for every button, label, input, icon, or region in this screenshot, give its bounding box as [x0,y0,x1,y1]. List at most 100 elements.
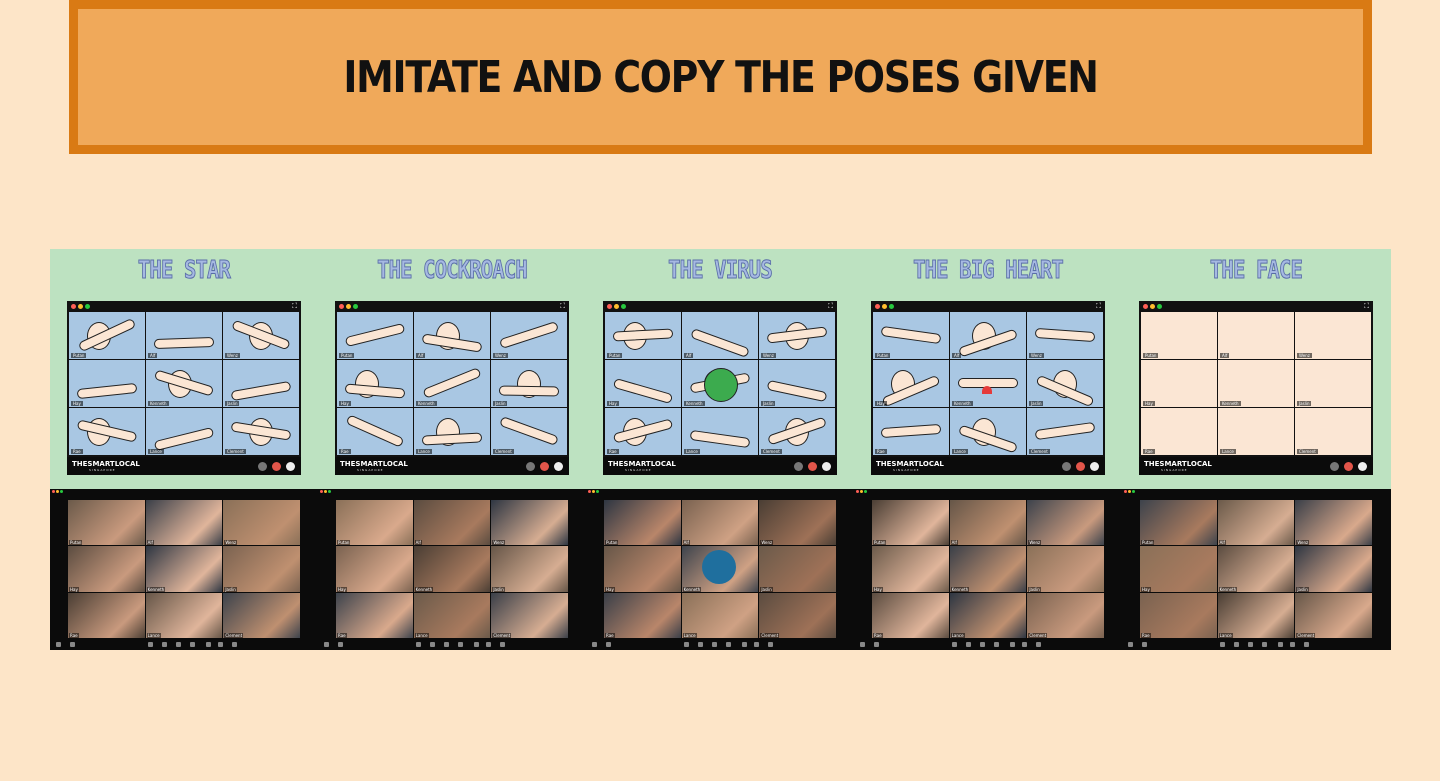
participant-name: Jaslin [1029,401,1044,406]
participant-name: Rae [69,632,79,638]
participant-name: Lance [414,632,429,638]
brand-subtitle: SINGAPORE [625,468,652,472]
participant-name: Kenneth [952,401,973,406]
participant-name: Putan [69,540,83,546]
participant-name: Jaslin [1297,401,1312,406]
participant-name: Hay [875,401,887,406]
panel-title: THE FACE [1209,255,1303,285]
title-bar: ⛶ [67,301,301,311]
photo-grid: Putan Alf Wenz Hay Kenneth Jaslin Rae Lance Clem… [872,500,1104,638]
mic-icon [258,462,267,471]
toolbar-button-icon [698,642,703,647]
video-tile: Kenneth [1218,360,1294,407]
face-part [1218,360,1294,407]
title-bar: ⛶ [871,301,1105,311]
window-dot-icon [856,490,859,493]
video-tile: Lance [682,408,758,455]
toolbar-button-icon [860,642,865,647]
brand-subtitle: SINGAPORE [1161,468,1188,472]
sketch-arm [766,379,828,403]
face-part [1141,408,1217,455]
participant-name: Clement [760,632,780,638]
participant-name: Wenz [493,353,508,358]
photo-tile: Putan [872,500,949,546]
window-dots [52,490,66,494]
photo-tile: Alf [681,500,759,546]
sketch-arm [345,414,405,448]
participant-name: Alf [952,353,962,358]
video-grid: Putan Alf Wenz Hay Kenneth Jaslin Rae Lance Clem… [337,312,567,455]
window-dot-icon [592,490,595,493]
video-tile: Rae [337,408,413,455]
face-part [1295,312,1371,359]
participant-name: Rae [1141,632,1151,638]
photo-tile: Putan [68,500,145,546]
camera-icon [1358,462,1367,471]
window-dots [320,490,334,494]
participant-name: Jaslin [760,586,773,592]
photo-tile: Rae [1140,592,1217,638]
participant-name: Rae [605,632,615,638]
photo-grid: Putan Alf Wenz Hay Kenneth Jaslin Rae Lance Clem… [336,500,568,638]
window-dot-icon [52,490,55,493]
toolbar-button-icon [500,642,505,647]
close-dot-icon [875,304,880,309]
photo-tile: Hay [604,546,681,592]
photo-tile: Clement [491,592,568,638]
participant-name: Wenz [1028,540,1042,546]
zoom-window: ⛶ Putan Alf Wenz Hay Kenneth Jaslin Rae Lance Cle… [1139,301,1373,475]
toolbar-button-icon [1142,642,1147,647]
minimize-dot-icon [614,304,619,309]
toolbar-button-icon [430,642,435,647]
participant-name: Rae [873,632,883,638]
close-dot-icon [339,304,344,309]
photo-tile: Putan [1140,500,1217,546]
fullscreen-icon: ⛶ [560,302,565,310]
meeting-toolbar [318,639,586,650]
toolbar-button-icon [1036,642,1041,647]
minimize-dot-icon [346,304,351,309]
toolbar-button-icon [768,642,773,647]
video-tile: Clement [1295,408,1371,455]
end-call-icon [540,462,549,471]
photo-grid: Putan Alf Wenz Hay Kenneth Jaslin Rae Lance Clem… [68,500,300,638]
photo-tile: Clement [759,592,836,638]
window-footer: THESMARTLOCAL SINGAPORE [67,457,301,475]
maximize-dot-icon [85,304,90,309]
sketch-arm [880,325,942,345]
participant-name: Hay [607,401,619,406]
photo-tile: Alf [413,500,491,546]
video-tile: Alf [682,312,758,359]
heart-shape [982,386,992,394]
window-dot-icon [320,490,323,493]
participant-name: Kenneth [950,586,970,592]
sketch-arm [498,320,560,350]
participant-name: Putan [875,353,891,358]
participant-name: Kenneth [682,586,702,592]
close-dot-icon [1143,304,1148,309]
participant-name: Clement [761,449,782,454]
window-dot-icon [60,490,63,493]
participant-name: Clement [1029,449,1050,454]
photo-tile: Hay [872,546,949,592]
participant-name: Rae [1143,449,1155,454]
video-tile: Clement [491,408,567,455]
toolbar-button-icon [206,642,211,647]
participant-name: Lance [146,632,161,638]
zoom-window: ⛶ Putan Alf Wenz Hay Kenneth Jaslin Rae Lance Cle… [67,301,301,475]
window-dots [1124,490,1138,494]
mic-icon [526,462,535,471]
panel-title: THE BIG HEART [913,255,1064,285]
participant-name: Lance [148,449,164,454]
window-dot-icon [588,490,591,493]
meeting-toolbar [1122,639,1390,650]
camera-icon [1090,462,1099,471]
toolbar-button-icon [742,642,747,647]
zoom-window: ⛶ Putan Alf Wenz Hay Kenneth Jaslin Rae Lance Cle… [603,301,837,475]
window-footer: THESMARTLOCAL SINGAPORE [603,457,837,475]
toolbar-button-icon [444,642,449,647]
participant-name: Rae [875,449,887,454]
participant-name: Putan [71,353,87,358]
brand-logo: THESMARTLOCAL [1144,460,1212,468]
minimize-dot-icon [1150,304,1155,309]
